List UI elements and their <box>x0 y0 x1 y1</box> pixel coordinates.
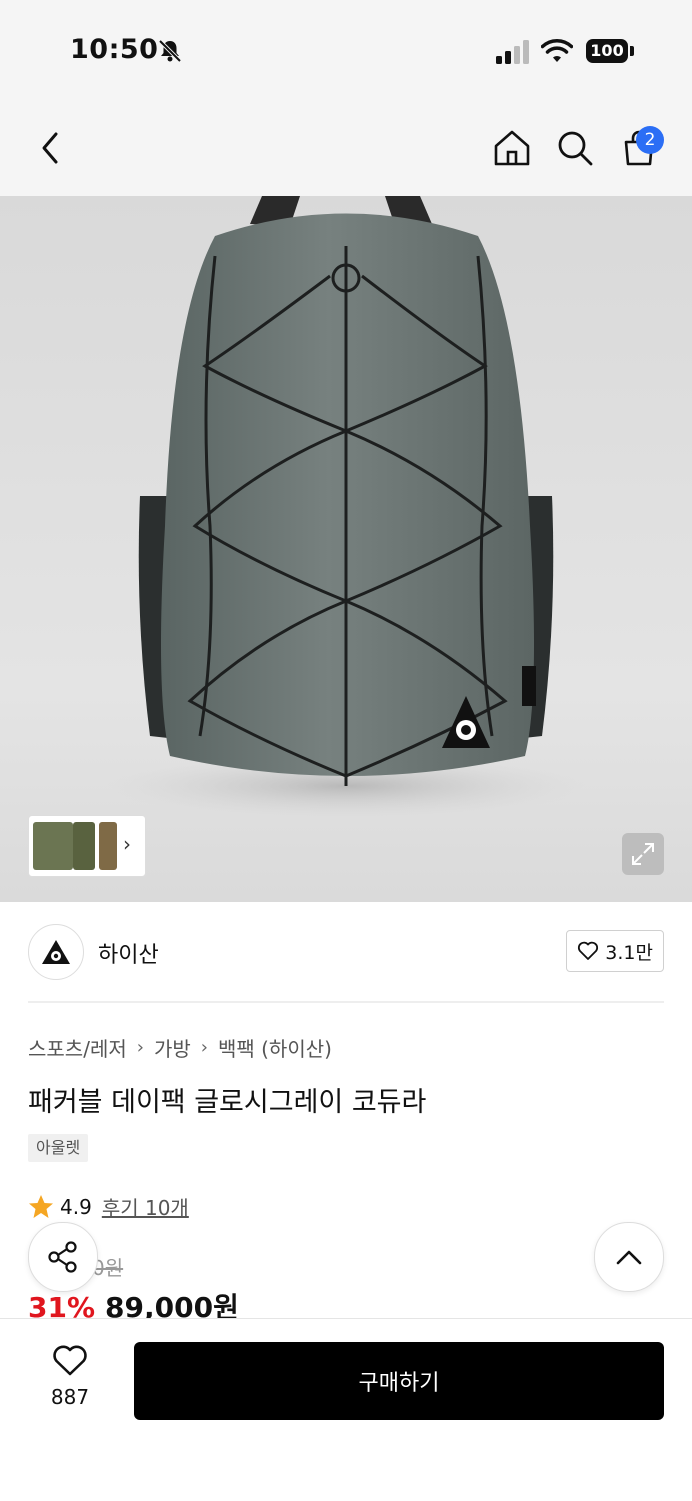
scroll-top-button[interactable] <box>594 1222 664 1292</box>
heart-icon <box>53 1345 87 1376</box>
cart-count-badge: 2 <box>636 126 664 154</box>
bell-muted-icon <box>158 39 182 63</box>
bottom-action-bar: 887 구매하기 <box>0 1318 692 1501</box>
brand-row[interactable]: 하이산 3.1만 <box>28 924 664 982</box>
breadcrumb-item-bags[interactable]: 가방 <box>154 1033 191 1062</box>
thumbnail-3[interactable] <box>99 822 117 870</box>
product-title: 패커블 데이팩 글로시그레이 코듀라 <box>28 1087 427 1118</box>
top-nav <box>0 100 692 196</box>
divider <box>28 1001 664 1003</box>
brand-like-button[interactable]: 3.1만 <box>566 930 664 972</box>
home-button[interactable] <box>490 126 534 170</box>
expand-icon <box>632 843 654 865</box>
product-image-area[interactable]: › <box>0 196 692 902</box>
breadcrumb-item-sports[interactable]: 스포츠/레저 <box>28 1033 127 1062</box>
wish-button[interactable]: 887 <box>40 1345 100 1409</box>
chevron-right-icon: › <box>136 1037 144 1058</box>
battery-cap <box>630 46 634 56</box>
expand-button[interactable] <box>622 833 664 875</box>
chevron-right-icon: › <box>200 1037 208 1058</box>
thumbnail-strip[interactable]: › <box>28 815 146 877</box>
wish-count: 887 <box>50 1385 90 1409</box>
share-icon <box>48 1241 77 1273</box>
battery-indicator: 100 <box>586 39 628 63</box>
chevron-right-icon[interactable]: › <box>123 832 131 856</box>
outlet-tag: 아울렛 <box>28 1134 89 1162</box>
wifi-icon <box>541 39 573 62</box>
thumbnail-2[interactable] <box>73 822 95 870</box>
review-count-link[interactable]: 후기 10개 <box>102 1192 189 1221</box>
brand-name[interactable]: 하이산 <box>98 937 159 969</box>
brand-like-count: 3.1만 <box>605 941 653 964</box>
signal-icon <box>496 40 529 64</box>
search-button[interactable] <box>553 126 597 170</box>
thumbnail-1[interactable] <box>33 822 73 870</box>
star-icon <box>29 1194 53 1218</box>
heart-icon <box>578 941 599 960</box>
breadcrumb-item-backpack[interactable]: 백팩 (하이산) <box>218 1033 332 1062</box>
rating-value: 4.9 <box>60 1194 92 1219</box>
chevron-up-icon <box>616 1250 642 1265</box>
chevron-left-icon <box>42 132 58 164</box>
status-bar: 10:50 100 <box>0 0 692 100</box>
rating-row: 4.9 후기 10개 <box>28 1192 189 1221</box>
breadcrumb: 스포츠/레저 › 가방 › 백팩 (하이산) <box>28 1033 332 1062</box>
search-icon <box>558 131 593 166</box>
brand-logo-icon <box>42 940 70 964</box>
buy-button[interactable]: 구매하기 <box>134 1342 664 1420</box>
home-icon <box>494 130 530 166</box>
back-button[interactable] <box>28 126 72 170</box>
status-time: 10:50 <box>70 34 159 65</box>
backpack-product-image <box>106 196 586 818</box>
brand-logo[interactable] <box>28 924 84 980</box>
share-button[interactable] <box>28 1222 98 1292</box>
